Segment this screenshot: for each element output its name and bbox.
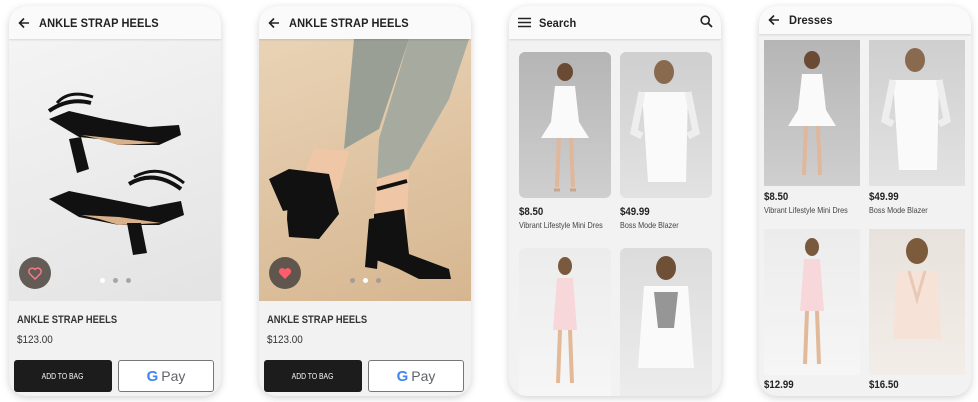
product-price: $49.99 (869, 191, 899, 203)
google-pay-label: Pay (411, 368, 436, 384)
product-detail-screen-2: ANKLE STRAP HEELS ANKLE STRAP HEELS $123… (259, 6, 471, 396)
carousel-dot[interactable] (125, 278, 131, 283)
product-name: ANKLE STRAP HEELS (17, 314, 118, 326)
app-bar: Dresses (759, 6, 971, 34)
add-to-bag-button[interactable]: ADD TO BAG (14, 360, 112, 392)
google-g-icon: G (396, 367, 409, 385)
app-bar: Search (509, 6, 721, 39)
google-pay-button[interactable]: G Pay (118, 360, 214, 392)
page-title: Search (539, 15, 577, 30)
favorite-button[interactable] (19, 257, 51, 289)
page-title: Dresses (789, 13, 833, 27)
carousel-dot[interactable] (362, 278, 368, 283)
product-price: $49.99 (620, 206, 650, 218)
product-card-image[interactable] (620, 52, 712, 198)
carousel-indicator (9, 278, 221, 283)
product-info: ANKLE STRAP HEELS $123.00 ADD TO BAG G P… (9, 301, 221, 396)
page-title: ANKLE STRAP HEELS (289, 15, 409, 30)
google-pay-button[interactable]: G Pay (368, 360, 464, 392)
carousel-dot[interactable] (375, 278, 381, 283)
product-card-image[interactable] (620, 248, 712, 396)
add-to-bag-label: ADD TO BAG (42, 371, 84, 381)
product-card-image[interactable] (764, 40, 860, 186)
product-name: Boss Mode Blazer (620, 220, 679, 230)
product-detail-screen-1: ANKLE STRAP HEELS ANKLE STRAP HEELS $123… (9, 6, 221, 396)
app-bar: ANKLE STRAP HEELS (9, 6, 221, 39)
product-name: Vibrant Lifestyle Mini Dres (519, 220, 603, 230)
back-arrow-icon[interactable] (259, 17, 289, 29)
search-screen: Search $8.50 Vibrant Lifestyle Mini Dres… (509, 6, 721, 396)
add-to-bag-button[interactable]: ADD TO BAG (264, 360, 362, 392)
carousel-dot[interactable] (349, 278, 355, 283)
back-arrow-icon[interactable] (9, 17, 39, 29)
product-name: Boss Mode Blazer (869, 205, 928, 215)
product-card-image[interactable] (764, 229, 860, 375)
product-name: ANKLE STRAP HEELS (267, 314, 368, 326)
product-price: $123.00 (267, 334, 303, 346)
add-to-bag-label: ADD TO BAG (292, 371, 334, 381)
dresses-screen: Dresses $8.50 Vibrant Lifestyle Mini Dre… (759, 6, 971, 396)
page-title: ANKLE STRAP HEELS (39, 15, 159, 30)
back-arrow-icon[interactable] (759, 14, 789, 26)
product-price: $8.50 (519, 206, 544, 218)
product-price: $8.50 (764, 191, 789, 203)
product-name: Vibrant Lifestyle Mini Dres (764, 205, 848, 215)
hamburger-menu-icon[interactable] (509, 17, 539, 28)
product-price: $12.99 (764, 379, 794, 391)
google-g-icon: G (146, 367, 159, 385)
search-icon[interactable] (700, 15, 713, 33)
product-info: ANKLE STRAP HEELS $123.00 ADD TO BAG G P… (259, 301, 471, 396)
product-price: $16.50 (869, 379, 899, 391)
product-card-image[interactable] (519, 248, 611, 396)
app-bar: ANKLE STRAP HEELS (259, 6, 471, 39)
carousel-dot[interactable] (99, 278, 105, 283)
product-card-image[interactable] (519, 52, 611, 198)
product-card-image[interactable] (869, 40, 965, 186)
carousel-indicator (259, 278, 471, 283)
google-pay-label: Pay (161, 368, 186, 384)
product-card-image[interactable] (869, 229, 965, 375)
carousel-dot[interactable] (112, 278, 118, 283)
favorite-button[interactable] (269, 257, 301, 289)
product-price: $123.00 (17, 334, 53, 346)
